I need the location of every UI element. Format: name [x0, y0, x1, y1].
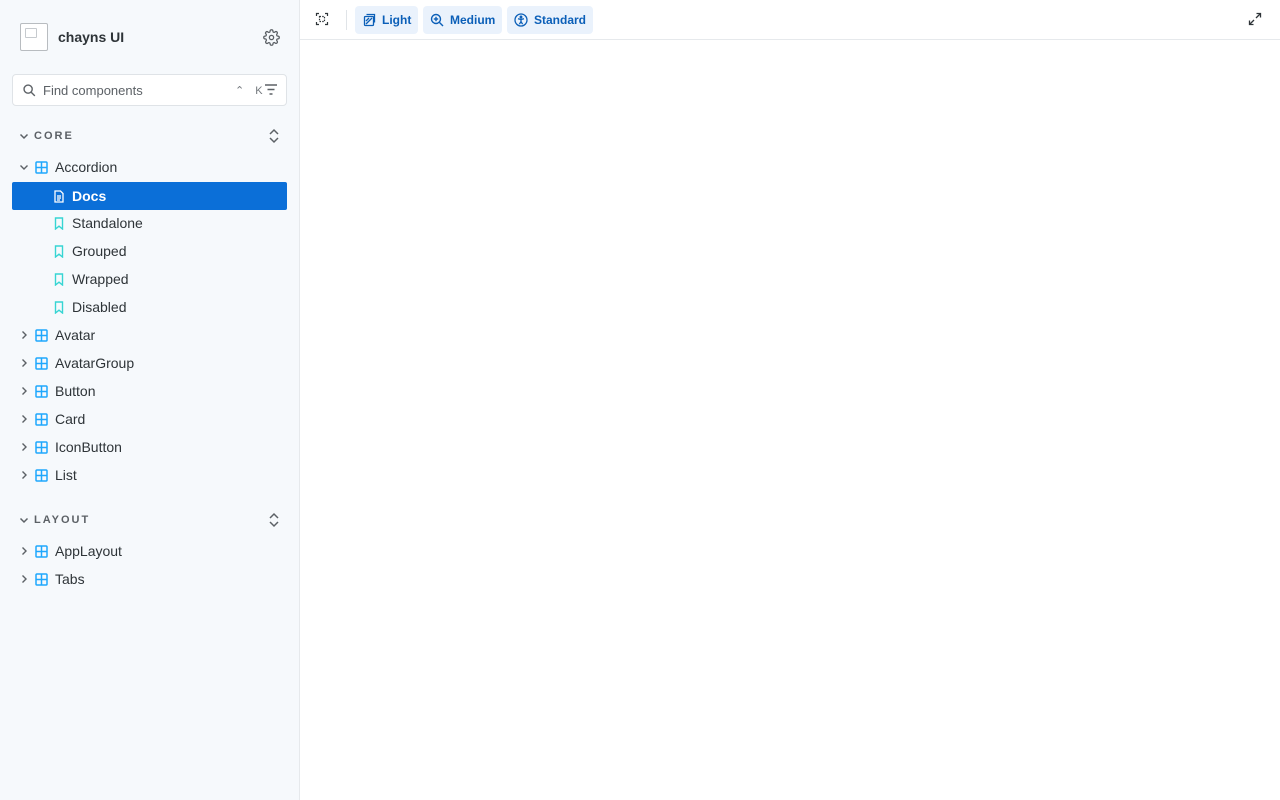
tree-item-button[interactable]: Button — [12, 377, 287, 405]
filter-button[interactable] — [264, 83, 280, 97]
bookmark-icon — [53, 244, 65, 258]
theme-label: Light — [382, 13, 412, 27]
tree-item-label: Accordion — [55, 159, 118, 175]
app-title: chayns UI — [58, 29, 125, 45]
fullscreen-icon — [1248, 12, 1262, 26]
toolbar: Light Medium Standard — [300, 0, 1280, 40]
search-shortcut: ⌃ K — [235, 85, 267, 97]
section-core[interactable]: CORE — [12, 122, 288, 150]
tree-item-label: AvatarGroup — [55, 355, 135, 371]
component-icon — [35, 572, 48, 586]
tree-item-iconbutton[interactable]: IconButton — [12, 433, 287, 461]
tree-item-accordion-docs[interactable]: Docs — [12, 182, 287, 210]
tree-item-label: Disabled — [72, 299, 127, 315]
tree-item-applayout[interactable]: AppLayout — [12, 537, 287, 565]
tree-item-accordion-standalone[interactable]: Standalone — [12, 209, 287, 237]
component-icon — [35, 440, 48, 454]
size-label: Medium — [450, 13, 496, 27]
zoom-in-icon — [430, 13, 444, 27]
chevron-down-icon — [18, 161, 30, 173]
accessibility-button[interactable]: Standard — [507, 6, 594, 34]
tree-item-accordion-grouped[interactable]: Grouped — [12, 237, 287, 265]
component-icon — [35, 328, 48, 342]
tree-item-accordion-wrapped[interactable]: Wrapped — [12, 265, 287, 293]
gear-icon — [262, 28, 280, 46]
component-icon — [35, 412, 48, 426]
tree-item-accordion[interactable]: Accordion — [12, 153, 287, 181]
fullscreen-button[interactable] — [1248, 12, 1264, 28]
preview-area: Light Medium Standard — [300, 0, 1280, 800]
preview-canvas — [300, 40, 1280, 800]
accessibility-label: Standard — [534, 13, 587, 27]
theme-icon — [362, 13, 376, 27]
tree-item-avatargroup[interactable]: AvatarGroup — [12, 349, 287, 377]
expand-collapse-icon[interactable] — [266, 512, 282, 528]
chevron-right-icon — [18, 545, 30, 557]
tree-item-label: Grouped — [72, 243, 127, 259]
section-label: LAYOUT — [34, 514, 91, 526]
sidebar: chayns UI ⌃ K CORE — [0, 0, 300, 800]
bookmark-icon — [53, 272, 65, 286]
bookmark-icon — [53, 216, 65, 230]
tree-item-tabs[interactable]: Tabs — [12, 565, 287, 593]
outline-toggle-button[interactable] — [315, 12, 331, 28]
chevron-down-icon — [18, 130, 30, 142]
expand-collapse-icon[interactable] — [266, 128, 282, 144]
tree-item-label: Avatar — [55, 327, 96, 343]
brand-logo — [20, 23, 48, 51]
chevron-right-icon — [18, 385, 30, 397]
tree-item-label: Docs — [72, 188, 107, 204]
tree-item-label: List — [55, 467, 77, 483]
filter-icon — [265, 84, 277, 95]
component-icon — [35, 468, 48, 482]
tree-item-accordion-disabled[interactable]: Disabled — [12, 293, 287, 321]
bookmark-icon — [53, 300, 65, 314]
document-icon — [53, 189, 65, 203]
tree-item-avatar[interactable]: Avatar — [12, 321, 287, 349]
outline-icon — [315, 12, 329, 26]
chevron-right-icon — [18, 469, 30, 481]
chevron-right-icon — [18, 357, 30, 369]
search-input[interactable] — [43, 82, 223, 98]
tree-item-label: Standalone — [72, 215, 143, 231]
component-icon — [35, 544, 48, 558]
settings-button[interactable] — [261, 27, 281, 47]
accessibility-icon — [514, 13, 528, 27]
tree-item-list[interactable]: List — [12, 461, 287, 489]
tree-item-card[interactable]: Card — [12, 405, 287, 433]
search-box: ⌃ K — [12, 74, 287, 106]
chevron-right-icon — [18, 329, 30, 341]
toolbar-divider — [346, 10, 347, 30]
tree-item-label: IconButton — [55, 439, 122, 455]
section-layout[interactable]: LAYOUT — [12, 506, 288, 534]
component-icon — [35, 160, 48, 174]
component-icon — [35, 356, 48, 370]
chevron-right-icon — [18, 441, 30, 453]
chevron-down-icon — [18, 514, 30, 526]
brand[interactable]: chayns UI — [20, 23, 124, 51]
chevron-right-icon — [18, 573, 30, 585]
tree-item-label: Wrapped — [72, 271, 129, 287]
component-icon — [35, 384, 48, 398]
tree-item-label: Card — [55, 411, 86, 427]
size-button[interactable]: Medium — [423, 6, 503, 34]
search-icon — [22, 83, 36, 97]
section-label: CORE — [34, 130, 74, 142]
tree-item-label: Button — [55, 383, 96, 399]
chevron-right-icon — [18, 413, 30, 425]
tree-item-label: AppLayout — [55, 543, 122, 559]
app-root: chayns UI ⌃ K CORE — [0, 0, 1280, 800]
tree-item-label: Tabs — [55, 571, 85, 587]
theme-button[interactable]: Light — [355, 6, 419, 34]
